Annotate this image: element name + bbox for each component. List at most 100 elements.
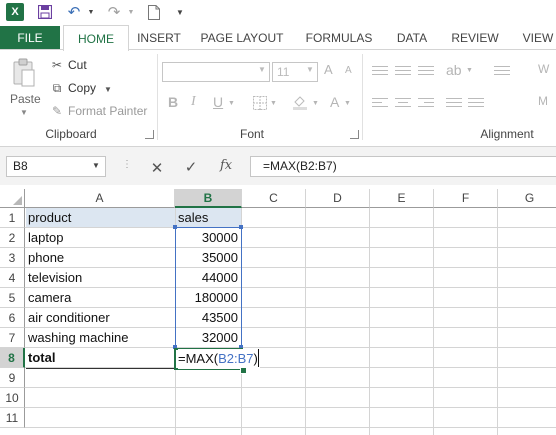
- row-header-7[interactable]: 7: [0, 328, 25, 348]
- row-header-6[interactable]: 6: [0, 308, 25, 328]
- cell-b4[interactable]: 44000: [175, 268, 241, 288]
- row-header-11[interactable]: 11: [0, 408, 25, 428]
- row-header-10[interactable]: 10: [0, 388, 25, 408]
- cell-a3[interactable]: phone: [25, 248, 64, 268]
- wrap-text-icon[interactable]: [494, 66, 510, 78]
- column-header-d[interactable]: D: [306, 189, 370, 208]
- tab-file[interactable]: FILE: [0, 26, 60, 50]
- tab-formulas[interactable]: FORMULAS: [300, 26, 378, 50]
- format-painter-button[interactable]: ✎ Format Painter: [50, 102, 147, 120]
- cell-b5[interactable]: 180000: [175, 288, 241, 308]
- clipboard-launcher-icon[interactable]: [145, 130, 154, 139]
- paste-dropdown-icon[interactable]: ▼: [20, 108, 28, 117]
- borders-dropdown-icon[interactable]: ▼: [270, 100, 277, 107]
- paste-button[interactable]: Paste: [10, 92, 42, 106]
- cell-a7[interactable]: washing machine: [25, 328, 128, 348]
- increase-indent-icon[interactable]: [468, 98, 484, 110]
- formula-reference: B2:B7: [218, 351, 254, 366]
- column-header-b[interactable]: B: [175, 189, 242, 208]
- orientation-icon[interactable]: ab: [446, 62, 462, 78]
- tab-view[interactable]: VIEW: [515, 26, 556, 50]
- column-header-c[interactable]: C: [242, 189, 306, 208]
- orientation-dropdown-icon[interactable]: ▼: [466, 67, 473, 74]
- fill-handle[interactable]: [240, 367, 247, 374]
- font-color-dropdown-icon[interactable]: ▼: [344, 100, 351, 107]
- row-header-1[interactable]: 1: [0, 208, 25, 228]
- cell-b6[interactable]: 43500: [175, 308, 241, 328]
- merge-center-label[interactable]: M: [538, 94, 548, 108]
- font-size-dropdown-icon[interactable]: ▼: [306, 65, 314, 74]
- font-launcher-icon[interactable]: [350, 130, 359, 139]
- cut-button[interactable]: ✂ Cut: [50, 56, 87, 74]
- align-left-icon[interactable]: [372, 98, 388, 110]
- copy-dropdown-icon[interactable]: ▼: [104, 85, 112, 94]
- column-header-f[interactable]: F: [434, 189, 498, 208]
- insert-function-icon[interactable]: fx: [220, 158, 236, 173]
- redo-dropdown-icon[interactable]: ▼: [127, 3, 135, 21]
- row-header-8[interactable]: 8: [0, 348, 25, 368]
- range-handle[interactable]: [239, 225, 243, 229]
- fill-color-icon[interactable]: [292, 94, 308, 113]
- gridline: [433, 208, 434, 435]
- tab-page-layout[interactable]: PAGE LAYOUT: [196, 26, 288, 50]
- decrease-indent-icon[interactable]: [446, 98, 462, 110]
- font-name-select[interactable]: [162, 62, 270, 82]
- formula-input[interactable]: =MAX(B2:B7): [250, 156, 556, 177]
- resize-handle-icon[interactable]: ⋮: [122, 159, 132, 170]
- tab-home[interactable]: HOME: [63, 25, 129, 51]
- italic-button[interactable]: I: [191, 94, 196, 110]
- new-document-icon[interactable]: [147, 3, 161, 21]
- column-header-a[interactable]: A: [25, 189, 175, 208]
- font-name-dropdown-icon[interactable]: ▼: [258, 65, 266, 74]
- cell-a4[interactable]: television: [25, 268, 82, 288]
- shrink-font-icon[interactable]: A: [345, 65, 352, 76]
- borders-icon[interactable]: [253, 96, 267, 113]
- row-header-5[interactable]: 5: [0, 288, 25, 308]
- cell-b1[interactable]: sales: [175, 208, 208, 228]
- cell-a5[interactable]: camera: [25, 288, 71, 308]
- row-header-3[interactable]: 3: [0, 248, 25, 268]
- tab-insert[interactable]: INSERT: [130, 26, 188, 50]
- row-header-9[interactable]: 9: [0, 368, 25, 388]
- tab-review[interactable]: REVIEW: [445, 26, 505, 50]
- align-top-icon[interactable]: [372, 66, 388, 78]
- spreadsheet-grid[interactable]: A B C D E F G 1 2 3 4 5 6 7 8 9 10 11 pr…: [0, 189, 556, 435]
- cell-a6[interactable]: air conditioner: [25, 308, 110, 328]
- copy-button[interactable]: ⧉ Copy ▼: [50, 79, 112, 97]
- align-center-icon[interactable]: [395, 98, 411, 110]
- cell-a2[interactable]: laptop: [25, 228, 63, 248]
- cell-b2[interactable]: 30000: [175, 228, 241, 248]
- cancel-icon[interactable]: ✕: [150, 159, 164, 177]
- grow-font-icon[interactable]: A: [324, 62, 333, 77]
- tab-data[interactable]: DATA: [388, 26, 436, 50]
- bold-button[interactable]: B: [168, 94, 178, 110]
- enter-icon[interactable]: ✓: [184, 158, 198, 176]
- customize-toolbar-icon[interactable]: ▼: [176, 3, 184, 21]
- font-color-icon[interactable]: A: [330, 94, 339, 110]
- cell-b7[interactable]: 32000: [175, 328, 241, 348]
- undo-dropdown-icon[interactable]: ▼: [87, 3, 95, 21]
- select-all-button[interactable]: [0, 189, 25, 208]
- column-header-g[interactable]: G: [498, 189, 556, 208]
- name-box[interactable]: B8: [6, 156, 106, 177]
- row-header-2[interactable]: 2: [0, 228, 25, 248]
- redo-icon[interactable]: ↷: [106, 3, 122, 21]
- wrap-text-label[interactable]: W: [538, 62, 549, 76]
- fill-color-dropdown-icon[interactable]: ▼: [312, 100, 319, 107]
- cell-b8-editor[interactable]: =MAX(B2:B7): [178, 349, 260, 369]
- cell-a8[interactable]: total: [25, 348, 55, 368]
- underline-dropdown-icon[interactable]: ▼: [228, 100, 235, 107]
- row-header-4[interactable]: 4: [0, 268, 25, 288]
- underline-button[interactable]: U: [213, 94, 223, 110]
- name-box-dropdown-icon[interactable]: ▼: [92, 161, 100, 170]
- cell-a1[interactable]: product: [25, 208, 71, 228]
- paste-icon[interactable]: [12, 58, 36, 88]
- range-handle[interactable]: [173, 225, 177, 229]
- column-header-e[interactable]: E: [370, 189, 434, 208]
- align-bottom-icon[interactable]: [418, 66, 434, 78]
- align-middle-icon[interactable]: [395, 66, 411, 78]
- save-icon[interactable]: [38, 3, 52, 21]
- cell-b3[interactable]: 35000: [175, 248, 241, 268]
- undo-icon[interactable]: ↶: [66, 3, 82, 21]
- align-right-icon[interactable]: [418, 98, 434, 110]
